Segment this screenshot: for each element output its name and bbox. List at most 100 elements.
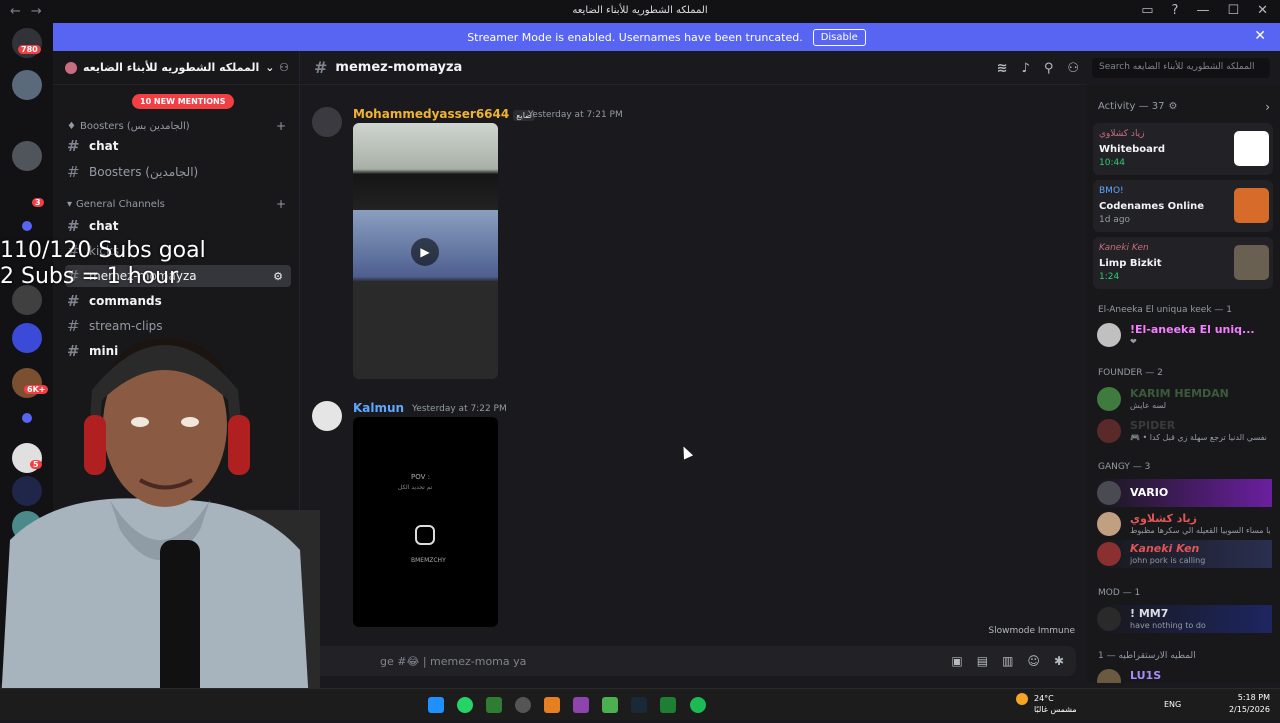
category-boosters[interactable]: ♦ Boosters (الجامدين بس)	[67, 121, 190, 132]
member-item[interactable]: !El-aneeka El uniq... ❤	[1097, 321, 1272, 349]
avatar	[1097, 542, 1121, 566]
gif-icon[interactable]: ▤	[977, 654, 988, 668]
avatar	[1097, 387, 1121, 411]
server-icon[interactable]	[12, 141, 42, 171]
whatsapp-icon[interactable]	[457, 697, 473, 713]
video-attachment[interactable]: ▶	[353, 123, 498, 379]
channel-title: memez-momayza	[335, 60, 463, 75]
add-member-icon[interactable]: ⚇	[279, 61, 289, 74]
app-icon[interactable]	[660, 697, 676, 713]
activity-game: Limp Bizkit	[1099, 258, 1162, 269]
webcam-figure	[0, 338, 320, 720]
folder-icon[interactable]	[22, 221, 32, 231]
channel-boosters[interactable]: # Boosters (الجامدين)	[65, 161, 291, 183]
banner-text: Streamer Mode is enabled. Usernames have…	[467, 30, 803, 44]
member-item[interactable]: SPIDER 🎮 • نفسي الدنيا ترجع سهلة زي قبل ك…	[1097, 417, 1272, 445]
channel-chat-boosters[interactable]: # chat	[65, 135, 291, 157]
chevron-right-icon[interactable]: ›	[1265, 100, 1270, 114]
activity-duration: 1d ago	[1099, 215, 1131, 225]
window-title: المملكه الشطوريه للأبناء الضايعه	[572, 5, 708, 16]
weather-status: مشمس غالبًا	[1034, 705, 1077, 714]
help-icon[interactable]: ?	[1172, 3, 1179, 18]
chat-area: # memez-momayza ≋ ♪ ⚲ ⚇ Search المملكه ا…	[300, 51, 1269, 683]
avatar	[1097, 607, 1121, 631]
close-window-button[interactable]: ✕	[1257, 3, 1268, 18]
search-input[interactable]: Search المملكه الشطوريه للأبناء الضايعه	[1093, 58, 1270, 78]
add-channel-icon[interactable]: +	[276, 119, 286, 133]
steam-icon[interactable]	[631, 697, 647, 713]
role-group-header: المطيه الارستقراطيه — 1	[1098, 651, 1196, 661]
gift-icon[interactable]: ▣	[951, 654, 962, 668]
disable-streamer-mode-button[interactable]: Disable	[812, 28, 866, 46]
app-icon[interactable]	[544, 697, 560, 713]
server-icon[interactable]	[12, 70, 42, 100]
pin-icon[interactable]: ⚲	[1044, 61, 1054, 76]
minecraft-icon[interactable]	[602, 697, 618, 713]
hash-icon: #	[67, 217, 80, 235]
message-author[interactable]: Mohammedyasser6644 ضايع	[353, 107, 535, 121]
instagram-icon	[415, 525, 435, 545]
new-mentions-pill[interactable]: 10 NEW MENTIONS	[132, 94, 234, 109]
maximize-button[interactable]: ☐	[1227, 3, 1239, 18]
channel-label: chat	[89, 139, 119, 153]
clock-date: 2/15/2026	[1228, 705, 1270, 714]
close-icon[interactable]: ✕	[1254, 28, 1266, 44]
server-avatar-icon	[65, 61, 77, 74]
add-channel-icon[interactable]: +	[276, 197, 286, 211]
embed-handle: BMEMZCHY	[411, 557, 446, 564]
emoji-icon[interactable]: ☺	[1027, 654, 1040, 668]
threads-icon[interactable]: ≋	[997, 61, 1008, 76]
activity-card[interactable]: BMO! Codenames Online 1d ago	[1093, 180, 1273, 232]
avatar	[1097, 481, 1121, 505]
inbox-icon[interactable]: ▭	[1141, 3, 1153, 18]
channel-commands[interactable]: # commands	[65, 290, 291, 312]
title-bar: ← → المملكه الشطوريه للأبناء الضايعه ▭ ? …	[0, 0, 1280, 23]
activity-duration: 1:24	[1099, 272, 1120, 282]
app-icon[interactable]	[515, 697, 531, 713]
message-input[interactable]: ge #😂 | memez-moma ya ▣ ▤ ▥ ☺ ✱	[312, 646, 1076, 676]
gem-icon: ♦	[67, 121, 76, 132]
spotify-icon[interactable]	[690, 697, 706, 713]
channel-chat[interactable]: # chat	[65, 215, 291, 237]
hash-icon: #	[67, 163, 80, 181]
play-icon[interactable]: ▶	[411, 238, 439, 266]
settings-gear-icon[interactable]: ⚙	[273, 270, 283, 283]
hash-icon: #	[67, 137, 80, 155]
role-group-header: GANGY — 3	[1098, 462, 1151, 472]
minimize-button[interactable]: —	[1196, 3, 1209, 18]
weather-widget[interactable]: 24°C مشمس غالبًا	[1016, 693, 1077, 714]
server-icon[interactable]	[12, 285, 42, 315]
member-item[interactable]: Kaneki Ken john pork is calling	[1097, 540, 1272, 568]
member-item[interactable]: VARIO	[1097, 479, 1272, 507]
message-author[interactable]: Kalmun	[353, 401, 404, 415]
member-item[interactable]: LU1S	[1097, 667, 1272, 683]
member-item[interactable]: زياد كشلاوي يا مساء السوبيا القعيله الي س…	[1097, 510, 1272, 538]
member-item[interactable]: ! MM7 have nothing to do	[1097, 605, 1272, 633]
apps-icon[interactable]: ✱	[1054, 654, 1064, 668]
activity-card[interactable]: Kaneki Ken Limp Bizkit 1:24	[1093, 237, 1273, 289]
avatar[interactable]	[312, 107, 342, 137]
composer-placeholder: ge #😂 | memez-moma ya	[380, 654, 527, 668]
sticker-icon[interactable]: ▥	[1002, 654, 1013, 668]
app-icon[interactable]	[573, 697, 589, 713]
language-indicator[interactable]: ENG	[1164, 700, 1181, 709]
video-attachment[interactable]: POV : تم تحديد الكل BMEMZCHY	[353, 417, 498, 627]
activity-game: Whiteboard	[1099, 144, 1166, 155]
member-item[interactable]: KARIM HEMDAN لسه عايش	[1097, 385, 1272, 413]
streamer-mode-banner: Streamer Mode is enabled. Usernames have…	[53, 23, 1280, 51]
activity-card[interactable]: زياد كشلاوي Whiteboard 10:44	[1093, 123, 1273, 175]
clock[interactable]: 5:18 PM 2/15/2026	[1229, 692, 1270, 716]
chevron-down-icon: ▾	[67, 199, 73, 210]
avatar	[1097, 512, 1121, 536]
app-icon[interactable]	[428, 697, 444, 713]
category-general[interactable]: ▾ General Channels	[67, 199, 165, 210]
bell-icon[interactable]: ♪	[1022, 61, 1030, 76]
app-icon[interactable]	[486, 697, 502, 713]
activity-header[interactable]: Activity — 37 ⚙	[1098, 101, 1177, 112]
mouse-cursor	[678, 444, 694, 460]
channel-label: commands	[89, 294, 162, 308]
role-group-header: FOUNDER — 2	[1098, 368, 1163, 378]
server-header[interactable]: المملكه الشطوريه للأبناء الضايعه ⌄ ⚇	[53, 51, 299, 85]
channel-label: Boosters (الجامدين)	[89, 165, 199, 179]
members-icon[interactable]: ⚇	[1067, 61, 1079, 76]
